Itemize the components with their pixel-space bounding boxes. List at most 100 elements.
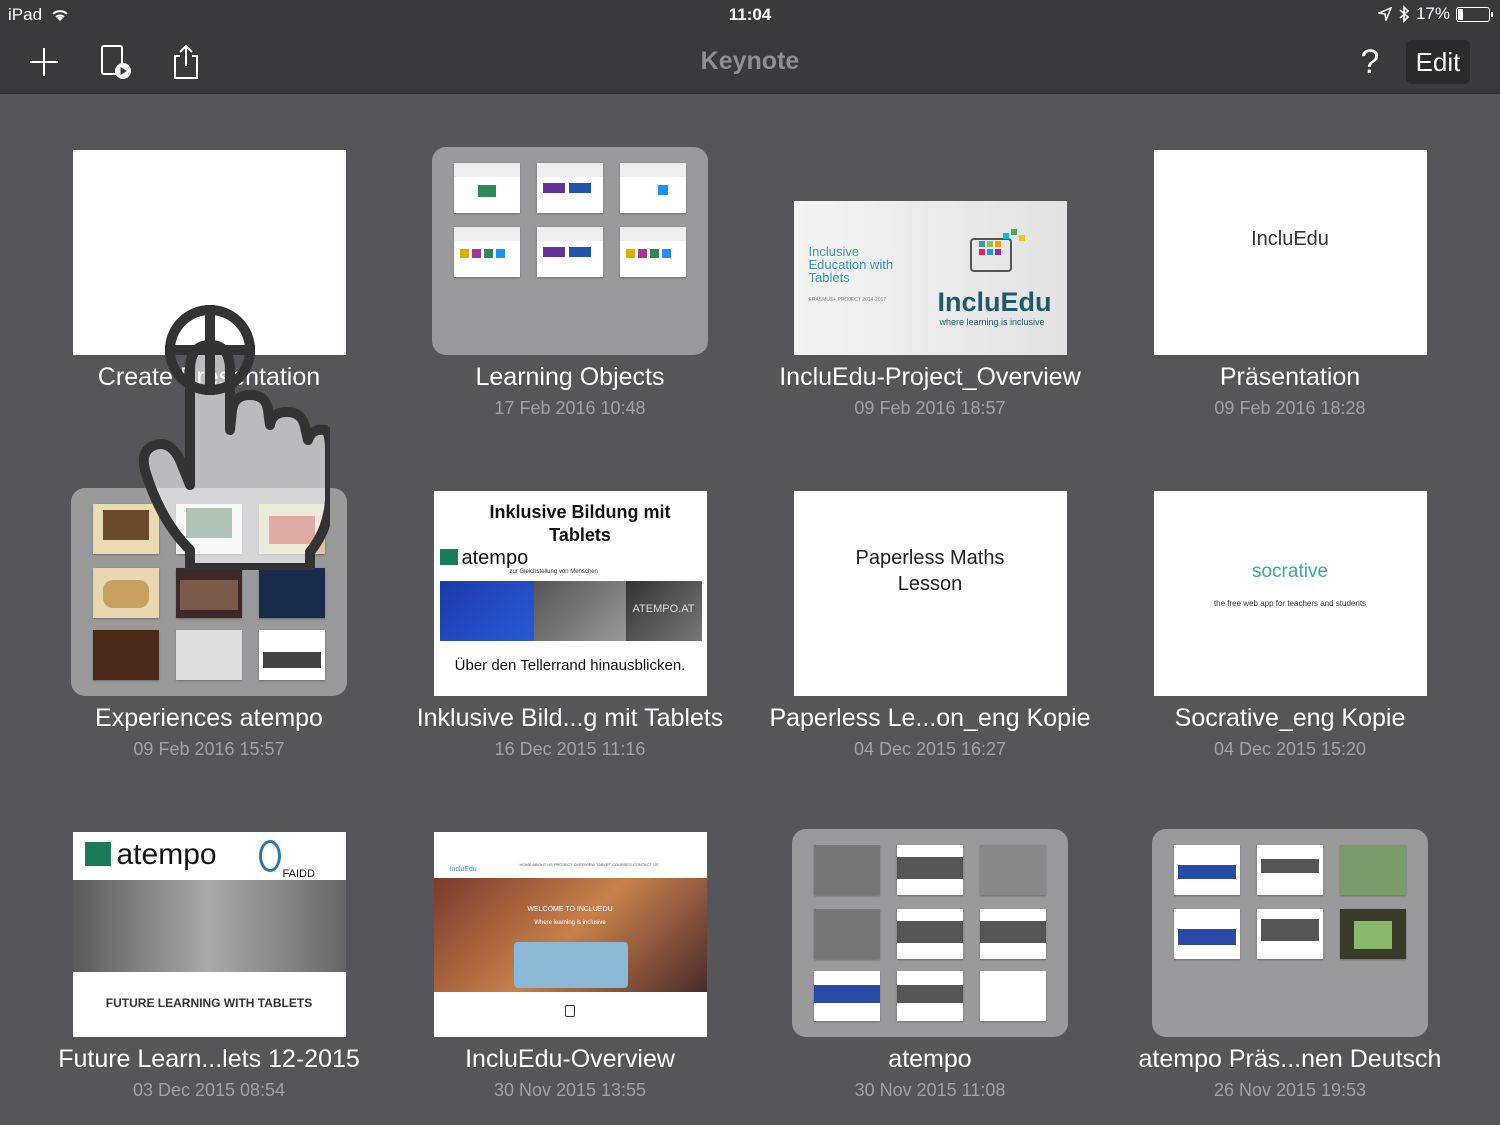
document-name: Präsentation bbox=[1219, 363, 1361, 391]
slide-logo: atempo bbox=[116, 838, 217, 871]
mini-slide bbox=[454, 227, 520, 277]
slide-subtitle: the free web app for teachers and studen… bbox=[1213, 599, 1367, 608]
mini-slide bbox=[1340, 909, 1406, 959]
toolbar: Keynote ? Edit bbox=[0, 30, 1500, 94]
mini-slide bbox=[897, 845, 963, 895]
status-bar: iPad 11:04 17% bbox=[0, 0, 1500, 30]
status-time: 11:04 bbox=[728, 5, 772, 24]
slide-sign-text: ATEMPO.AT bbox=[632, 603, 695, 615]
slide-logo: socrative bbox=[1251, 561, 1329, 582]
mini-slide bbox=[814, 845, 880, 895]
document-tile[interactable]: IncluEdu Präsentation 09 Feb 2016 18:28 bbox=[1110, 140, 1470, 440]
document-tile[interactable]: Paperless Maths Lesson Paperless Le...on… bbox=[750, 481, 1110, 781]
document-name: atempo bbox=[888, 1045, 972, 1073]
mini-slide bbox=[1257, 845, 1323, 895]
mini-slide bbox=[454, 163, 520, 213]
folder-thumbnail bbox=[432, 147, 708, 355]
document-date: 03 Dec 2015 08:54 bbox=[132, 1080, 286, 1100]
slide-tagline: Inclusive Education with Tablets bbox=[808, 244, 894, 285]
mini-slide bbox=[620, 163, 686, 213]
slide-footer: FUTURE LEARNING WITH TABLETS bbox=[105, 996, 313, 1010]
slide-subtitle: where learning is inclusive bbox=[939, 317, 1045, 327]
mini-slide bbox=[259, 504, 325, 554]
document-date: 09 Feb 2016 15:57 bbox=[133, 739, 285, 759]
mini-slide bbox=[620, 227, 686, 277]
slide-thumbnail: Inklusive Bildung mit Tablets atempo zur… bbox=[433, 491, 707, 696]
slide-footer: Über den Tellerrand hinausblicken. bbox=[454, 657, 686, 674]
mini-slide bbox=[259, 568, 325, 618]
tablet-photo bbox=[72, 880, 346, 972]
folder-thumbnail bbox=[792, 829, 1068, 1037]
mini-slide bbox=[814, 971, 880, 1021]
document-name: IncluEdu-Project_Overview bbox=[779, 363, 1081, 391]
help-button[interactable]: ? bbox=[1350, 40, 1390, 84]
mini-slide bbox=[897, 909, 963, 959]
slide-thumbnail: Inclusive Education with Tablets ERASMUS… bbox=[793, 201, 1067, 355]
app-title: Keynote bbox=[700, 47, 800, 75]
battery-fill bbox=[1458, 8, 1463, 20]
document-name: Learning Objects bbox=[475, 363, 665, 391]
sign-photo: ATEMPO.AT bbox=[625, 581, 702, 641]
document-name: Paperless Le...on_eng Kopie bbox=[769, 704, 1091, 732]
document-tile[interactable]: atempo 30 Nov 2015 11:08 bbox=[750, 822, 1110, 1122]
mini-slide bbox=[1174, 845, 1240, 895]
folder-thumbnail bbox=[1152, 829, 1428, 1037]
document-tile[interactable]: Inclusive Education with Tablets ERASMUS… bbox=[750, 140, 1110, 440]
document-date: 04 Dec 2015 15:20 bbox=[1213, 739, 1367, 759]
device-icon bbox=[564, 1005, 575, 1017]
document-date: 04 Dec 2015 16:27 bbox=[853, 739, 1007, 759]
mini-slide bbox=[980, 845, 1046, 895]
slide-logo-sub: zur Gleichstellung von Menschen bbox=[509, 569, 598, 575]
document-name: IncluEdu-Overview bbox=[465, 1045, 675, 1073]
document-name: Create Presentation bbox=[97, 363, 321, 391]
mini-slide bbox=[537, 163, 603, 213]
mini-slide bbox=[176, 630, 242, 680]
document-tile[interactable]: Inklusive Bildung mit Tablets atempo zur… bbox=[390, 481, 750, 781]
slide-faidd: FAIDD bbox=[282, 868, 315, 880]
document-tile[interactable]: socrative the free web app for teachers … bbox=[1110, 481, 1470, 781]
blank-thumbnail bbox=[72, 150, 346, 355]
document-date: 17 Feb 2016 10:48 bbox=[494, 398, 646, 418]
slide-nav: HOME ABOUT US PROJECT OVERVIEW TABLET CO… bbox=[519, 862, 659, 867]
document-name: atempo Präs...nen Deutsch bbox=[1138, 1045, 1442, 1073]
document-tile[interactable]: atempo FAIDD FUTURE LEARNING WITH TABLET… bbox=[29, 822, 389, 1122]
slide-logo: atempo bbox=[461, 547, 529, 569]
mini-slide bbox=[814, 909, 880, 959]
atempo-logo-icon bbox=[439, 549, 458, 565]
slide-thumbnail: Paperless Maths Lesson bbox=[793, 491, 1067, 696]
slide-text: IncluEdu bbox=[1251, 228, 1329, 250]
document-name: Socrative_eng Kopie bbox=[1174, 704, 1406, 732]
slide-thumbnail: atempo FAIDD FUTURE LEARNING WITH TABLET… bbox=[72, 832, 346, 1037]
document-date: 16 Dec 2015 11:16 bbox=[494, 739, 646, 759]
edit-button[interactable]: Edit bbox=[1406, 40, 1470, 84]
document-date: 09 Feb 2016 18:28 bbox=[1214, 398, 1366, 418]
bluetooth-icon bbox=[1399, 5, 1410, 23]
folder-thumbnail bbox=[71, 488, 347, 696]
faidd-logo-icon bbox=[258, 840, 281, 872]
mini-slide bbox=[93, 504, 159, 554]
mini-slide bbox=[1174, 909, 1240, 959]
incluedu-logo-icon bbox=[969, 227, 1029, 277]
document-tile[interactable]: Experiences atempo 09 Feb 2016 15:57 bbox=[29, 481, 389, 781]
document-tile[interactable]: Learning Objects 17 Feb 2016 10:48 bbox=[390, 140, 750, 440]
slide-welcome: WELCOME TO INCLUEDU bbox=[527, 906, 613, 913]
document-date: 30 Nov 2015 11:08 bbox=[854, 1080, 1006, 1100]
document-grid: Create Presentation Learning Objects 17 … bbox=[0, 95, 1500, 1125]
document-date: 26 Nov 2015 19:53 bbox=[1213, 1080, 1367, 1100]
create-presentation-tile[interactable]: Create Presentation bbox=[29, 140, 389, 440]
mini-slide bbox=[1257, 909, 1323, 959]
document-tile[interactable]: atempo Präs...nen Deutsch 26 Nov 2015 19… bbox=[1110, 822, 1470, 1122]
slide-title: Inklusive Bildung mit Tablets bbox=[489, 502, 671, 545]
slide-logo: IncluEdu bbox=[449, 866, 477, 873]
mini-slide bbox=[93, 568, 159, 618]
tablet-photo bbox=[533, 581, 626, 641]
document-tile[interactable]: IncluEdu HOME ABOUT US PROJECT OVERVIEW … bbox=[390, 822, 750, 1122]
document-name: Experiences atempo bbox=[95, 704, 323, 732]
hero-photo: WELCOME TO INCLUEDU Where learning is in… bbox=[433, 878, 707, 992]
slide-logo: IncluEdu bbox=[937, 287, 1052, 317]
mini-slide bbox=[93, 630, 159, 680]
mini-slide bbox=[176, 504, 242, 554]
mini-slide bbox=[1340, 845, 1406, 895]
slide-thumbnail: socrative the free web app for teachers … bbox=[1153, 491, 1427, 696]
document-name: Inklusive Bild...g mit Tablets bbox=[416, 704, 724, 732]
